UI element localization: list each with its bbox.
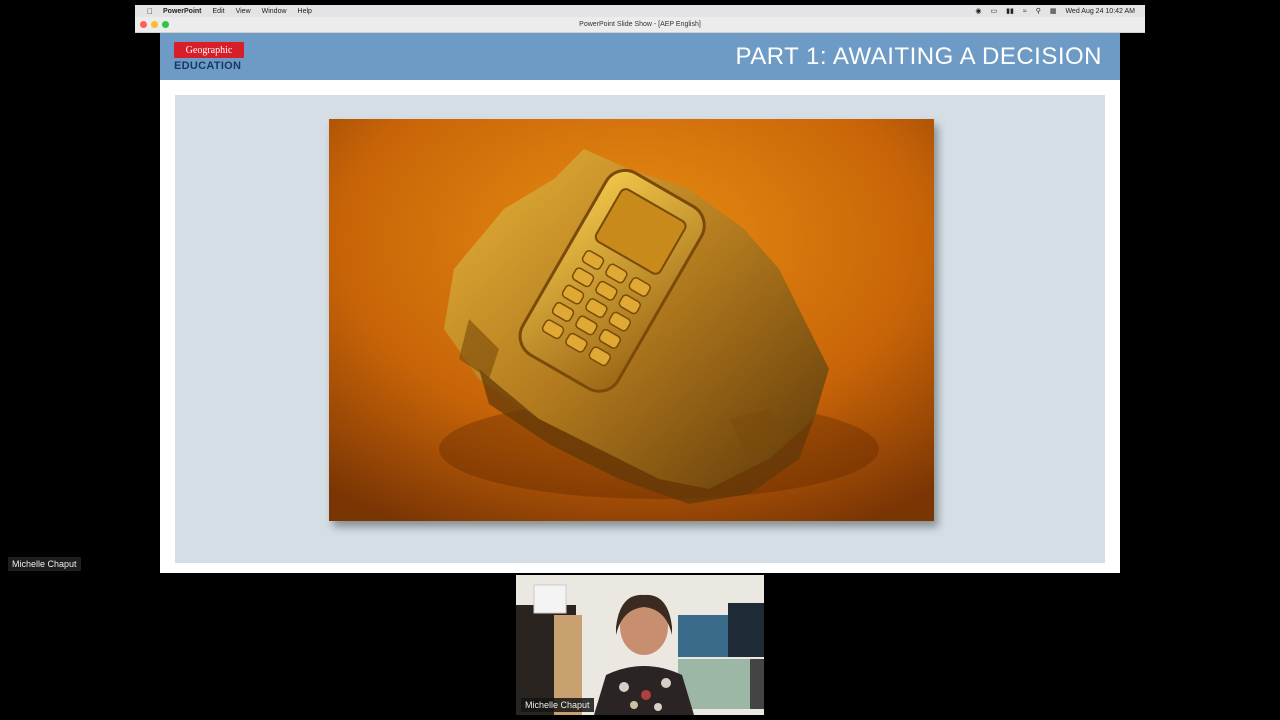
window-title: PowerPoint Slide Show - [AEP English] <box>579 21 701 28</box>
menu-view[interactable]: View <box>236 8 251 15</box>
window-title-bar: PowerPoint Slide Show - [AEP English] <box>135 17 1145 33</box>
wifi-icon[interactable]: ≈ <box>1023 8 1027 15</box>
logo-education-text: EDUCATION <box>174 60 242 72</box>
control-center-icon[interactable]: ▦ <box>1050 7 1057 15</box>
mac-menu-bar:  PowerPoint Edit View Window Help ◉ ▭ ▮… <box>135 5 1145 17</box>
fossilized-phone-image <box>329 119 934 521</box>
status-record-icon[interactable]: ◉ <box>975 7 981 15</box>
slide-content-panel <box>175 95 1105 563</box>
screen-share-name-tag: Michelle Chaput <box>8 557 81 571</box>
zoom-window-button[interactable] <box>162 21 169 28</box>
logo-red-block: Geographic <box>174 42 244 58</box>
status-display-icon[interactable]: ▭ <box>991 7 998 15</box>
apple-icon[interactable]:  <box>143 7 157 16</box>
participant-video-tile[interactable]: Michelle Chaput <box>516 575 764 715</box>
window-controls <box>140 21 169 28</box>
menu-edit[interactable]: Edit <box>213 8 225 15</box>
menu-window[interactable]: Window <box>262 8 287 15</box>
presentation-slide[interactable]: Geographic EDUCATION PART 1: AWAITING A … <box>160 33 1120 573</box>
slide-header-bar: Geographic EDUCATION PART 1: AWAITING A … <box>160 33 1120 80</box>
menu-clock[interactable]: Wed Aug 24 10:42 AM <box>1065 8 1135 15</box>
spotlight-search-icon[interactable]: ⚲ <box>1036 7 1041 15</box>
menu-help[interactable]: Help <box>298 8 312 15</box>
slide-title: PART 1: AWAITING A DECISION <box>735 43 1102 70</box>
fossilized-phone-illustration <box>329 119 934 521</box>
minimize-window-button[interactable] <box>151 21 158 28</box>
menu-app-name[interactable]: PowerPoint <box>163 8 202 15</box>
webcam-feed <box>516 575 764 715</box>
close-window-button[interactable] <box>140 21 147 28</box>
natgeo-education-logo: Geographic EDUCATION <box>174 42 246 72</box>
participant-name-tag: Michelle Chaput <box>521 698 594 712</box>
battery-icon[interactable]: ▮▮ <box>1006 7 1014 15</box>
